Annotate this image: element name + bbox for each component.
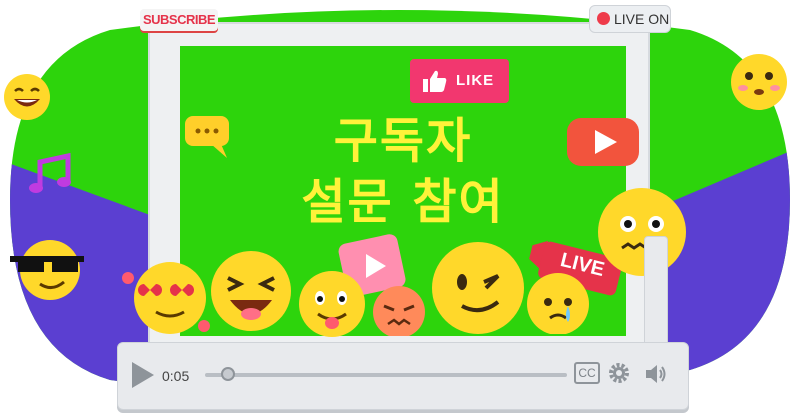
grinning-emoji-icon bbox=[4, 74, 50, 120]
captions-button[interactable]: CC bbox=[574, 362, 600, 384]
gear-icon[interactable] bbox=[607, 361, 631, 385]
progress-track[interactable] bbox=[205, 373, 567, 377]
tongue-emoji-icon bbox=[299, 271, 365, 337]
heart-eyes-emoji-icon bbox=[122, 262, 210, 334]
sunglasses-emoji-icon bbox=[10, 240, 84, 300]
play-button-icon bbox=[567, 118, 639, 166]
volume-icon[interactable] bbox=[644, 362, 668, 386]
captions-label: CC bbox=[578, 366, 596, 380]
live-on-label: LIVE ON bbox=[614, 11, 670, 27]
subscribe-button[interactable]: SUBSCRIBE bbox=[140, 9, 218, 31]
thumbs-up-icon bbox=[423, 70, 447, 92]
subscribe-label: SUBSCRIBE bbox=[142, 12, 216, 27]
youtube-style-illustration: SUBSCRIBE LIVE ON LIKE 구독자 설문 참여 LIVE 0:… bbox=[0, 0, 793, 419]
headline-line-2: 설문 참여 bbox=[301, 174, 505, 230]
speech-bubble-icon bbox=[185, 116, 229, 158]
music-note-icon bbox=[29, 152, 71, 193]
like-label: LIKE bbox=[456, 72, 495, 89]
record-dot-icon bbox=[597, 12, 610, 25]
progress-handle[interactable] bbox=[221, 367, 235, 381]
laughing-emoji-icon bbox=[211, 251, 291, 331]
crying-emoji-icon bbox=[527, 273, 589, 334]
angry-emoji-icon bbox=[373, 286, 425, 336]
blushing-emoji-icon bbox=[731, 54, 787, 110]
play-icon[interactable] bbox=[130, 360, 156, 390]
headline-line-1: 구독자 bbox=[333, 113, 473, 169]
time-display: 0:05 bbox=[162, 368, 190, 384]
winking-emoji-icon bbox=[432, 242, 524, 334]
like-button[interactable]: LIKE bbox=[410, 59, 509, 103]
live-on-badge: LIVE ON bbox=[589, 5, 671, 33]
